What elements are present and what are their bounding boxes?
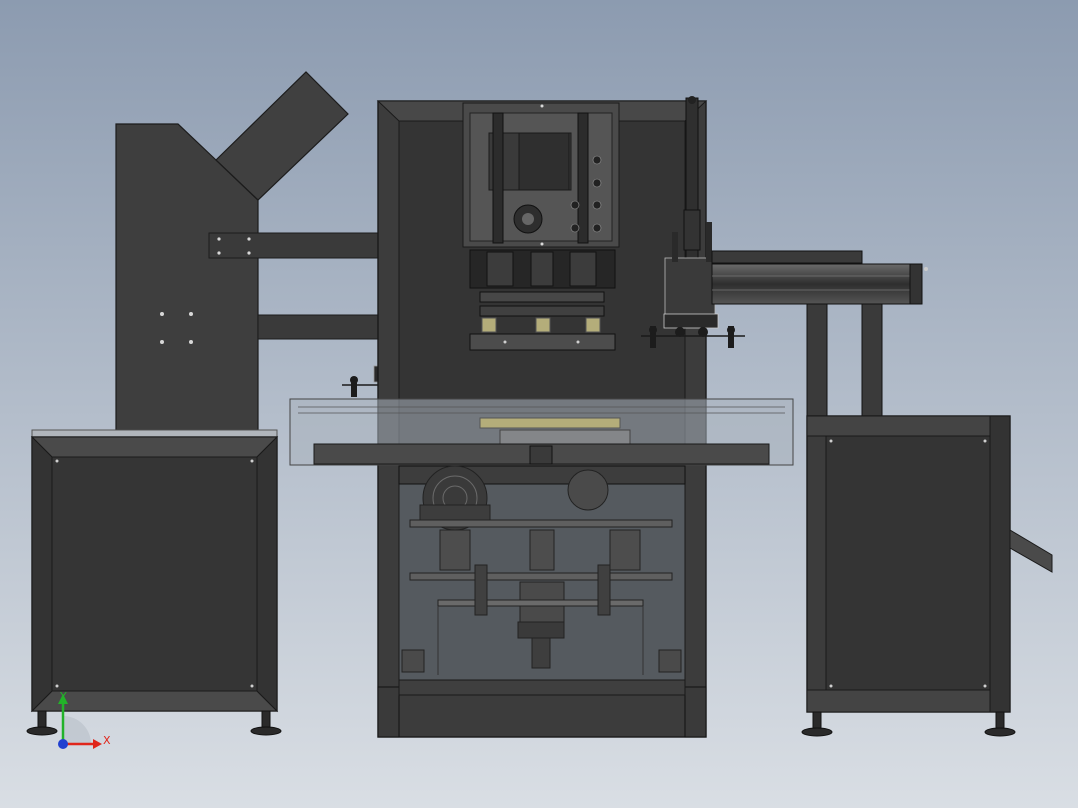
y-axis-label: Y [59, 690, 67, 703]
x-axis-label: X [103, 734, 111, 747]
origin-point [58, 739, 68, 749]
output-conveyor-rail [711, 263, 923, 305]
lower-support-arm [257, 314, 399, 340]
right-cabinet-door [825, 435, 991, 691]
rotary-table [289, 398, 794, 466]
left-cabinet-door [51, 456, 258, 692]
right-gripper [663, 313, 719, 329]
cad-viewport[interactable]: Y X [0, 0, 1078, 808]
